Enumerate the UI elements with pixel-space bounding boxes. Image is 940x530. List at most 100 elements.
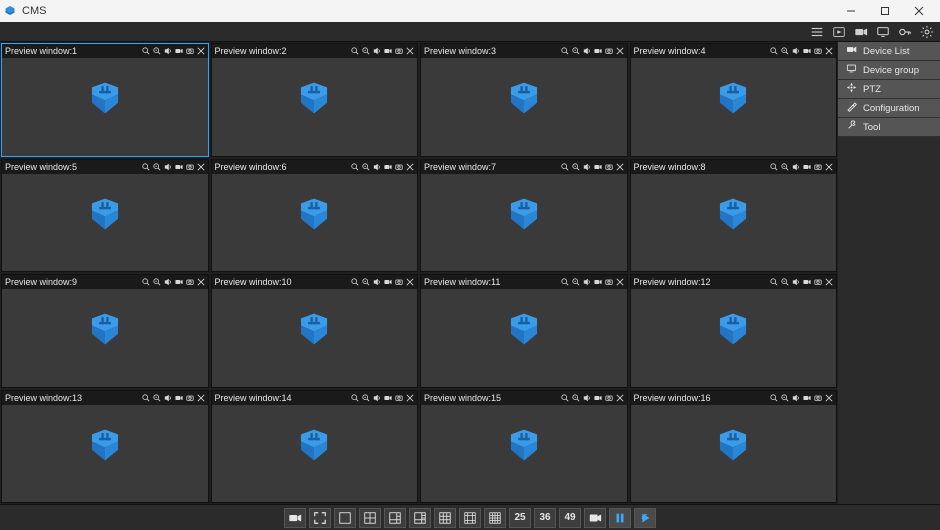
zoom-in-icon[interactable]	[561, 47, 569, 55]
sequence-button[interactable]	[584, 508, 606, 528]
zoom-out-icon[interactable]	[572, 163, 580, 171]
zoom-in-icon[interactable]	[561, 278, 569, 286]
zoom-in-icon[interactable]	[351, 394, 359, 402]
zoom-in-icon[interactable]	[561, 394, 569, 402]
close-icon[interactable]	[406, 163, 414, 171]
audio-icon[interactable]	[583, 394, 591, 402]
zoom-in-icon[interactable]	[142, 163, 150, 171]
layout-9-button[interactable]	[434, 508, 456, 528]
layout-6-button[interactable]	[384, 508, 406, 528]
close-icon[interactable]	[825, 278, 833, 286]
zoom-out-icon[interactable]	[362, 47, 370, 55]
zoom-in-icon[interactable]	[351, 163, 359, 171]
preview-window[interactable]: Preview window:4	[630, 43, 838, 157]
settings-gear-icon[interactable]	[920, 25, 934, 39]
audio-icon[interactable]	[583, 163, 591, 171]
next-button[interactable]	[634, 508, 656, 528]
record-icon[interactable]	[384, 394, 392, 402]
snapshot-icon[interactable]	[814, 278, 822, 286]
zoom-out-icon[interactable]	[362, 278, 370, 286]
audio-icon[interactable]	[792, 47, 800, 55]
snapshot-icon[interactable]	[605, 278, 613, 286]
record-icon[interactable]	[803, 394, 811, 402]
record-icon[interactable]	[175, 47, 183, 55]
monitor-icon[interactable]	[876, 25, 890, 39]
audio-icon[interactable]	[373, 278, 381, 286]
audio-icon[interactable]	[583, 47, 591, 55]
preview-window[interactable]: Preview window:8	[630, 159, 838, 273]
snapshot-icon[interactable]	[395, 278, 403, 286]
side-panel-item-ptz[interactable]: PTZ	[838, 80, 940, 99]
close-icon[interactable]	[197, 278, 205, 286]
close-icon[interactable]	[406, 47, 414, 55]
layout-49-button[interactable]: 49	[559, 508, 581, 528]
zoom-in-icon[interactable]	[351, 47, 359, 55]
close-icon[interactable]	[825, 163, 833, 171]
snapshot-icon[interactable]	[395, 163, 403, 171]
close-icon[interactable]	[825, 394, 833, 402]
preview-window[interactable]: Preview window:15	[420, 390, 628, 504]
preview-window[interactable]: Preview window:12	[630, 274, 838, 388]
layout-1-button[interactable]	[334, 508, 356, 528]
snapshot-icon[interactable]	[395, 47, 403, 55]
snapshot-icon[interactable]	[395, 394, 403, 402]
zoom-out-icon[interactable]	[781, 47, 789, 55]
snapshot-icon[interactable]	[605, 163, 613, 171]
preview-window[interactable]: Preview window:6	[211, 159, 419, 273]
snapshot-icon[interactable]	[814, 47, 822, 55]
snapshot-icon[interactable]	[814, 163, 822, 171]
record-icon[interactable]	[803, 47, 811, 55]
zoom-in-icon[interactable]	[770, 163, 778, 171]
snapshot-icon[interactable]	[186, 278, 194, 286]
record-icon[interactable]	[803, 278, 811, 286]
snapshot-icon[interactable]	[814, 394, 822, 402]
zoom-out-icon[interactable]	[153, 47, 161, 55]
close-icon[interactable]	[197, 47, 205, 55]
snapshot-icon[interactable]	[186, 163, 194, 171]
audio-icon[interactable]	[792, 394, 800, 402]
close-icon[interactable]	[616, 47, 624, 55]
preview-window[interactable]: Preview window:16	[630, 390, 838, 504]
key-icon[interactable]	[898, 25, 912, 39]
zoom-out-icon[interactable]	[781, 163, 789, 171]
zoom-out-icon[interactable]	[572, 278, 580, 286]
audio-icon[interactable]	[373, 394, 381, 402]
zoom-out-icon[interactable]	[781, 278, 789, 286]
record-icon[interactable]	[594, 394, 602, 402]
record-icon[interactable]	[594, 278, 602, 286]
audio-icon[interactable]	[583, 278, 591, 286]
zoom-in-icon[interactable]	[351, 278, 359, 286]
zoom-in-icon[interactable]	[142, 47, 150, 55]
layout-13-button[interactable]	[459, 508, 481, 528]
layout-36-button[interactable]: 36	[534, 508, 556, 528]
side-panel-item-device-group[interactable]: Device group	[838, 61, 940, 80]
audio-icon[interactable]	[164, 47, 172, 55]
preview-window[interactable]: Preview window:1	[1, 43, 209, 157]
close-icon[interactable]	[406, 278, 414, 286]
close-icon[interactable]	[197, 163, 205, 171]
window-close-button[interactable]	[902, 0, 936, 22]
close-icon[interactable]	[197, 394, 205, 402]
side-panel-item-device-list[interactable]: Device List	[838, 42, 940, 61]
zoom-in-icon[interactable]	[770, 47, 778, 55]
audio-icon[interactable]	[792, 163, 800, 171]
snapshot-icon[interactable]	[605, 394, 613, 402]
zoom-out-icon[interactable]	[362, 163, 370, 171]
zoom-out-icon[interactable]	[362, 394, 370, 402]
zoom-out-icon[interactable]	[153, 278, 161, 286]
audio-icon[interactable]	[164, 394, 172, 402]
snapshot-icon[interactable]	[186, 394, 194, 402]
camera-button[interactable]	[284, 508, 306, 528]
zoom-out-icon[interactable]	[781, 394, 789, 402]
snapshot-icon[interactable]	[605, 47, 613, 55]
close-icon[interactable]	[616, 163, 624, 171]
window-maximize-button[interactable]	[868, 0, 902, 22]
audio-icon[interactable]	[373, 163, 381, 171]
layout-8-button[interactable]	[409, 508, 431, 528]
preview-window[interactable]: Preview window:5	[1, 159, 209, 273]
zoom-in-icon[interactable]	[561, 163, 569, 171]
zoom-in-icon[interactable]	[142, 394, 150, 402]
record-icon[interactable]	[175, 394, 183, 402]
preview-window[interactable]: Preview window:7	[420, 159, 628, 273]
zoom-out-icon[interactable]	[153, 163, 161, 171]
